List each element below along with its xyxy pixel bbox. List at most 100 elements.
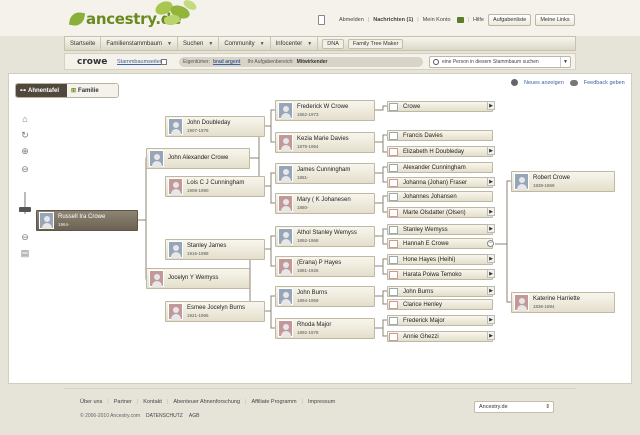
family-tree-maker-button[interactable]: Family Tree Maker bbox=[347, 38, 404, 49]
person-card-gen4[interactable]: Clarice Henley bbox=[387, 299, 493, 310]
my-account-link[interactable]: Mein Konto bbox=[423, 17, 451, 23]
person-dates: 1892-1978 bbox=[297, 329, 319, 335]
dna-button[interactable]: DNA bbox=[322, 38, 344, 49]
tree-pages-link[interactable]: Stammbaumseiten bbox=[117, 59, 163, 65]
person-dates: 1916-1988 bbox=[187, 250, 209, 256]
footer-partner-link[interactable]: Partner bbox=[114, 399, 132, 405]
nav-info-center-label: Infocenter bbox=[275, 40, 303, 47]
person-card-mother[interactable]: Jocelyn Y Wemyss bbox=[146, 268, 250, 289]
person-card-gen4[interactable]: Frederick Major bbox=[387, 315, 493, 326]
person-card-extra[interactable]: Robert Crowe 1839-1869 bbox=[511, 171, 615, 192]
person-silhouette-icon bbox=[168, 303, 183, 320]
person-dates: 1921-1966 bbox=[187, 312, 209, 318]
expand-arrow-icon[interactable]: ▶ bbox=[487, 286, 495, 295]
person-silhouette-icon bbox=[149, 270, 164, 287]
footer-about-link[interactable]: Über uns bbox=[80, 399, 102, 405]
footer-imprint-link[interactable]: Impressum bbox=[308, 399, 335, 405]
person-card-grandparent[interactable]: John Doubleday 1907-1978 bbox=[165, 116, 265, 137]
person-icon bbox=[389, 225, 398, 234]
expand-arrow-icon[interactable]: ▶ bbox=[487, 101, 495, 110]
person-card-great-grandparent[interactable]: John Burns 1894-1959 bbox=[275, 286, 375, 307]
nav-family-tree[interactable]: Familienstammbaum ▼ bbox=[101, 37, 178, 50]
task-list-button[interactable]: Aufgabenliste bbox=[487, 14, 532, 26]
terms-link[interactable]: AGB bbox=[189, 413, 200, 419]
footer-contact-link[interactable]: Kontakt bbox=[143, 399, 162, 405]
nav-home-label: Startseite bbox=[70, 40, 96, 47]
expand-arrow-icon[interactable]: ▶ bbox=[487, 331, 495, 340]
leaves-decoration-icon bbox=[155, 0, 197, 26]
expand-arrow-icon[interactable]: ▶ bbox=[487, 146, 495, 155]
person-card-gen4[interactable]: Crowe bbox=[387, 101, 493, 112]
footer-adventure-link[interactable]: Abenteuer Ahnenforschung bbox=[173, 399, 240, 405]
person-silhouette-icon bbox=[149, 150, 164, 167]
dropdown-icon[interactable] bbox=[161, 59, 167, 65]
person-card-grandparent[interactable]: Lois C J Cunningham 1908-1990 bbox=[165, 176, 265, 197]
person-name: Elizabeth H Doubleday bbox=[403, 148, 465, 155]
phone-icon[interactable] bbox=[318, 15, 325, 25]
nav-search[interactable]: Suchen ▼ bbox=[178, 37, 220, 50]
nav-home[interactable]: Startseite bbox=[65, 37, 102, 50]
privacy-link[interactable]: DATENSCHUTZ bbox=[146, 413, 183, 419]
country-select-value: Ancestry.de bbox=[479, 404, 508, 410]
person-icon bbox=[389, 239, 398, 248]
chevron-down-icon[interactable]: ▼ bbox=[560, 57, 570, 67]
person-card-gen4[interactable]: Hone Hayes (Heihi) bbox=[387, 254, 493, 265]
person-icon bbox=[389, 255, 398, 264]
person-icon bbox=[389, 178, 398, 187]
separator: | bbox=[136, 399, 139, 405]
person-card-grandparent[interactable]: Stanley James 1916-1988 bbox=[165, 239, 265, 260]
person-card-father[interactable]: John Alexander Crowe bbox=[146, 148, 250, 169]
person-dates: 1862-1973 bbox=[297, 111, 319, 117]
expand-arrow-icon[interactable]: ▶ bbox=[487, 254, 495, 263]
person-silhouette-icon bbox=[278, 228, 293, 245]
person-card-gen4[interactable]: John Burns bbox=[387, 286, 493, 297]
person-name: Johanna (Johan) Fraser bbox=[403, 179, 468, 186]
expand-arrow-icon[interactable]: ▶ bbox=[487, 207, 495, 216]
person-card-great-grandparent[interactable]: (Erana) P Hayes 1881-1926 bbox=[275, 256, 375, 277]
person-card-gen4[interactable]: Harata Poiwa Temoko bbox=[387, 269, 493, 280]
person-card-great-grandparent[interactable]: Athol Stanley Wemyss 1892-1968 bbox=[275, 226, 375, 247]
person-card-great-grandparent[interactable]: Rhoda Major 1892-1978 bbox=[275, 318, 375, 339]
expand-arrow-icon[interactable]: ▶ bbox=[487, 177, 495, 186]
person-card-gen4[interactable]: Stanley Wemyss bbox=[387, 224, 493, 235]
person-card-gen4[interactable]: Elizabeth H Doubleday bbox=[387, 146, 493, 157]
person-name: John Burns bbox=[297, 289, 328, 296]
person-card-great-grandparent[interactable]: James Cunningham 1881- bbox=[275, 163, 375, 184]
mail-icon[interactable] bbox=[456, 17, 464, 23]
person-search-input[interactable]: eine Person in diesem Stammbaum suchen ▼ bbox=[429, 56, 571, 68]
messages-link[interactable]: Nachrichten (1) bbox=[373, 17, 413, 23]
person-card-gen4[interactable]: Marte Olsdatter (Olsen) bbox=[387, 207, 493, 218]
person-card-great-grandparent[interactable]: Mary ( K Johanesen 1880- bbox=[275, 193, 375, 214]
person-card-gen4[interactable]: Johanna (Johan) Fraser bbox=[387, 177, 493, 188]
country-select[interactable]: Ancestry.de ⇕ bbox=[474, 401, 554, 413]
person-dates: 1907-1978 bbox=[187, 127, 209, 133]
person-silhouette-icon bbox=[168, 241, 183, 258]
owner-name-link[interactable]: brad argent bbox=[213, 59, 241, 65]
person-card-gen4[interactable]: Hannah E Crowe bbox=[387, 238, 493, 249]
chevron-down-icon: ▼ bbox=[307, 40, 313, 47]
help-link[interactable]: Hilfe bbox=[473, 17, 484, 23]
person-card-gen4[interactable]: Annie Ghezzi bbox=[387, 331, 493, 342]
expand-arrow-icon[interactable]: ▶ bbox=[487, 315, 495, 324]
person-card-great-grandparent[interactable]: Kezia Marie Davies 1879-1954 bbox=[275, 132, 375, 153]
person-name: Harata Poiwa Temoko bbox=[403, 271, 462, 278]
my-links-button[interactable]: Meine Links bbox=[535, 14, 575, 26]
pedigree-panel: ⊶ Ahnentafel ⊞ Familie i Neues anzeigen Fe… bbox=[8, 73, 632, 384]
page-footer: Über uns | Partner | Kontakt | Abenteuer Ah… bbox=[64, 388, 576, 428]
person-card-grandparent[interactable]: Esmee Jocelyn Burns 1921-1966 bbox=[165, 301, 265, 322]
logout-link[interactable]: Abmelden bbox=[339, 17, 364, 23]
expand-arrow-icon[interactable]: ▶ bbox=[487, 269, 495, 278]
person-card-extra[interactable]: Katerine Harriette 1836-1894 bbox=[511, 292, 615, 313]
person-card-great-grandparent[interactable]: Frederick W Crowe 1862-1973 bbox=[275, 100, 375, 121]
person-card-gen4[interactable]: Alexander Cunningham bbox=[387, 162, 493, 173]
person-card-gen4[interactable]: Francis Davies bbox=[387, 130, 493, 141]
person-card-root[interactable]: Russell Ira Crowe 1964- bbox=[36, 210, 138, 231]
footer-affiliate-link[interactable]: Affiliate Programm bbox=[251, 399, 296, 405]
nav-info-center[interactable]: Infocenter ▼ bbox=[271, 37, 319, 50]
collapse-icon[interactable]: − bbox=[487, 240, 494, 247]
expand-arrow-icon[interactable]: ▶ bbox=[487, 224, 495, 233]
person-name: Robert Crowe bbox=[533, 174, 571, 181]
nav-community[interactable]: Community ▼ bbox=[219, 37, 271, 50]
person-card-gen4[interactable]: Johannes Johansen bbox=[387, 191, 493, 202]
separator: | bbox=[417, 17, 419, 23]
